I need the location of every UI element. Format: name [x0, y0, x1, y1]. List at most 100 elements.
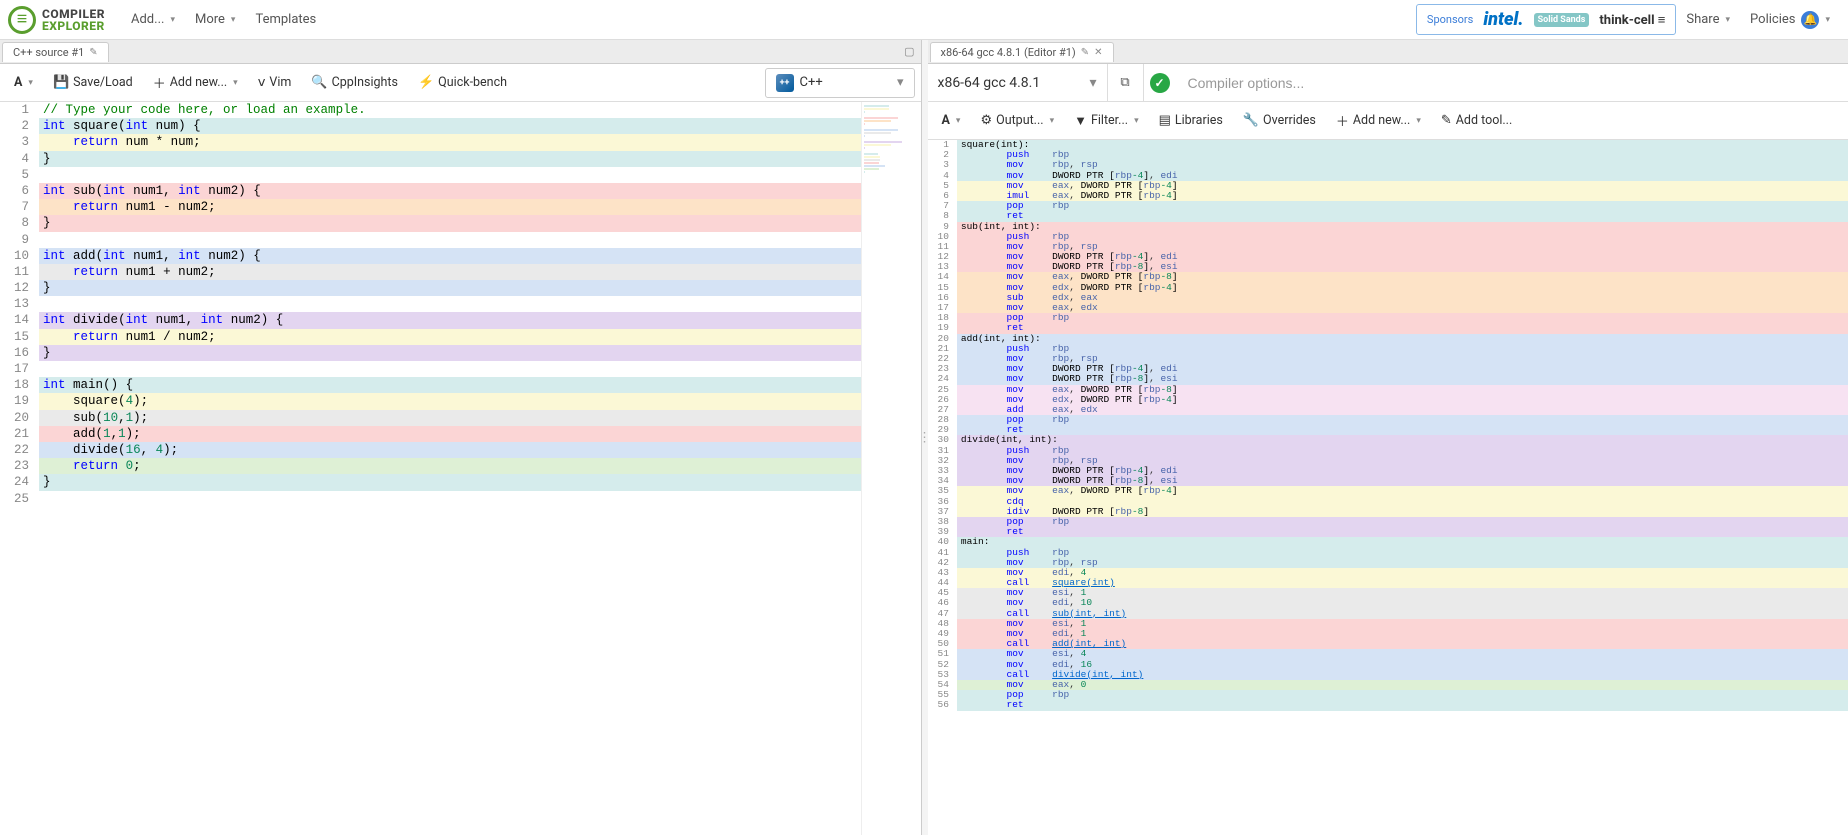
- language-select[interactable]: ++ C++ ▾: [765, 68, 915, 98]
- font-size-button[interactable]: A: [934, 108, 969, 133]
- code-line[interactable]: call add(int, int): [957, 639, 1848, 649]
- code-line[interactable]: call sub(int, int): [957, 609, 1848, 619]
- edit-icon[interactable]: ✎: [1081, 47, 1089, 58]
- code-line[interactable]: idiv DWORD PTR [rbp-8]: [957, 507, 1848, 517]
- code-line[interactable]: mov eax, 0: [957, 680, 1848, 690]
- source-tab[interactable]: C++ source #1 ✎: [2, 42, 109, 62]
- close-icon[interactable]: ✕: [1094, 47, 1102, 58]
- bell-icon[interactable]: 🔔: [1801, 11, 1819, 29]
- maximize-icon[interactable]: ▢: [898, 45, 920, 58]
- code-line[interactable]: int square(int num) {: [39, 118, 860, 134]
- code-line[interactable]: [39, 296, 860, 312]
- compiler-select[interactable]: x86-64 gcc 4.8.1 ▾: [928, 64, 1108, 101]
- code-line[interactable]: int sub(int num1, int num2) {: [39, 183, 860, 199]
- code-line[interactable]: return num * num;: [39, 134, 860, 150]
- cppinsights-button[interactable]: 🔍CppInsights: [303, 70, 406, 95]
- code-line[interactable]: [39, 491, 860, 507]
- code-line[interactable]: int add(int num1, int num2) {: [39, 248, 860, 264]
- compiler-options-input[interactable]: [1176, 64, 1848, 101]
- code-line[interactable]: return 0;: [39, 458, 860, 474]
- code-line[interactable]: imul eax, DWORD PTR [rbp-4]: [957, 191, 1848, 201]
- filter-button[interactable]: ▼Filter...: [1066, 108, 1147, 134]
- source-minimap[interactable]: [861, 102, 921, 835]
- code-line[interactable]: [39, 232, 860, 248]
- logo[interactable]: COMPILER EXPLORER: [8, 6, 105, 34]
- code-line[interactable]: }: [39, 215, 860, 231]
- source-tab-title: C++ source #1: [13, 46, 84, 59]
- code-line[interactable]: }: [39, 151, 860, 167]
- code-line[interactable]: return num1 - num2;: [39, 199, 860, 215]
- asm-editor[interactable]: 1234567891011121314151617181920212223242…: [928, 140, 1848, 835]
- code-line[interactable]: [39, 167, 860, 183]
- code-line[interactable]: int main() {: [39, 377, 860, 393]
- save-load-button[interactable]: 💾Save/Load: [45, 70, 141, 95]
- code-line[interactable]: mov eax, edx: [957, 303, 1848, 313]
- code-line[interactable]: mov esi, 1: [957, 619, 1848, 629]
- font-size-button[interactable]: A: [6, 70, 41, 95]
- overrides-button[interactable]: 🔧Overrides: [1235, 108, 1324, 133]
- code-line[interactable]: pop rbp: [957, 415, 1848, 425]
- code-line[interactable]: ret: [957, 211, 1848, 221]
- code-line[interactable]: pop rbp: [957, 201, 1848, 211]
- code-line[interactable]: mov rbp, rsp: [957, 558, 1848, 568]
- pencil-icon: ✎: [1441, 113, 1452, 128]
- line-number: 10: [0, 248, 39, 264]
- code-line[interactable]: }: [39, 474, 860, 490]
- add-new-button[interactable]: ＋Add new...: [145, 68, 246, 97]
- code-line[interactable]: add(int, int):: [957, 334, 1848, 344]
- sponsor-intel[interactable]: intel.: [1483, 9, 1523, 30]
- nav-add[interactable]: Add...: [121, 6, 185, 33]
- nav-policies[interactable]: Policies 🔔: [1740, 5, 1840, 35]
- code-line[interactable]: divide(16, 4);: [39, 442, 860, 458]
- edit-icon[interactable]: ✎: [89, 47, 97, 58]
- code-line[interactable]: // Type your code here, or load an examp…: [39, 102, 860, 118]
- code-line[interactable]: pop rbp: [957, 690, 1848, 700]
- line-number: 3: [0, 134, 39, 150]
- nav-share[interactable]: Share: [1676, 6, 1740, 33]
- sponsor-thinkcell[interactable]: think-cell ≡: [1599, 12, 1665, 28]
- code-line[interactable]: add(1,1);: [39, 426, 860, 442]
- code-line[interactable]: sub(10,1);: [39, 410, 860, 426]
- code-line[interactable]: square(4);: [39, 393, 860, 409]
- nav-more[interactable]: More: [185, 6, 245, 33]
- code-line[interactable]: [39, 361, 860, 377]
- code-line[interactable]: add eax, edx: [957, 405, 1848, 415]
- code-line[interactable]: ret: [957, 425, 1848, 435]
- sponsors-box[interactable]: Sponsors intel. Solid Sands think-cell ≡: [1416, 4, 1676, 35]
- libraries-button[interactable]: ▤Libraries: [1151, 108, 1231, 133]
- add-tool-button[interactable]: ✎Add tool...: [1433, 108, 1520, 133]
- code-line[interactable]: return num1 + num2;: [39, 264, 860, 280]
- quickbench-button[interactable]: ⚡Quick-bench: [410, 70, 515, 95]
- output-button[interactable]: ⚙Output...: [972, 108, 1062, 133]
- code-line[interactable]: call square(int): [957, 578, 1848, 588]
- add-new-asm-button[interactable]: ＋Add new...: [1328, 106, 1429, 135]
- line-number: 7: [0, 199, 39, 215]
- code-line[interactable]: mov eax, DWORD PTR [rbp-4]: [957, 486, 1848, 496]
- compiler-tab[interactable]: x86-64 gcc 4.8.1 (Editor #1) ✎ ✕: [930, 42, 1114, 62]
- line-number: 1: [928, 140, 957, 150]
- code-line[interactable]: ret: [957, 700, 1848, 710]
- popout-icon[interactable]: ⧉: [1108, 64, 1144, 101]
- bolt-icon: ⚡: [418, 75, 434, 90]
- sponsor-solidsands[interactable]: Solid Sands: [1534, 13, 1590, 27]
- code-line[interactable]: call divide(int, int): [957, 670, 1848, 680]
- line-number: 23: [0, 458, 39, 474]
- code-line[interactable]: return num1 / num2;: [39, 329, 860, 345]
- code-line[interactable]: main:: [957, 537, 1848, 547]
- code-line[interactable]: sub(int, int):: [957, 222, 1848, 232]
- code-line[interactable]: int divide(int num1, int num2) {: [39, 312, 860, 328]
- code-line[interactable]: ret: [957, 323, 1848, 333]
- code-line[interactable]: }: [39, 280, 860, 296]
- vim-button[interactable]: ⅴVim: [250, 70, 300, 95]
- code-line[interactable]: }: [39, 345, 860, 361]
- code-line[interactable]: pop rbp: [957, 517, 1848, 527]
- code-line[interactable]: divide(int, int):: [957, 435, 1848, 445]
- code-line[interactable]: square(int):: [957, 140, 1848, 150]
- source-editor[interactable]: 1234567891011121314151617181920212223242…: [0, 102, 921, 835]
- nav-templates[interactable]: Templates: [245, 6, 326, 33]
- line-number: 56: [928, 700, 957, 710]
- code-line[interactable]: pop rbp: [957, 313, 1848, 323]
- code-line[interactable]: ret: [957, 527, 1848, 537]
- check-icon: ✓: [1150, 73, 1170, 93]
- compiler-bar: x86-64 gcc 4.8.1 ▾ ⧉ ✓: [928, 64, 1848, 102]
